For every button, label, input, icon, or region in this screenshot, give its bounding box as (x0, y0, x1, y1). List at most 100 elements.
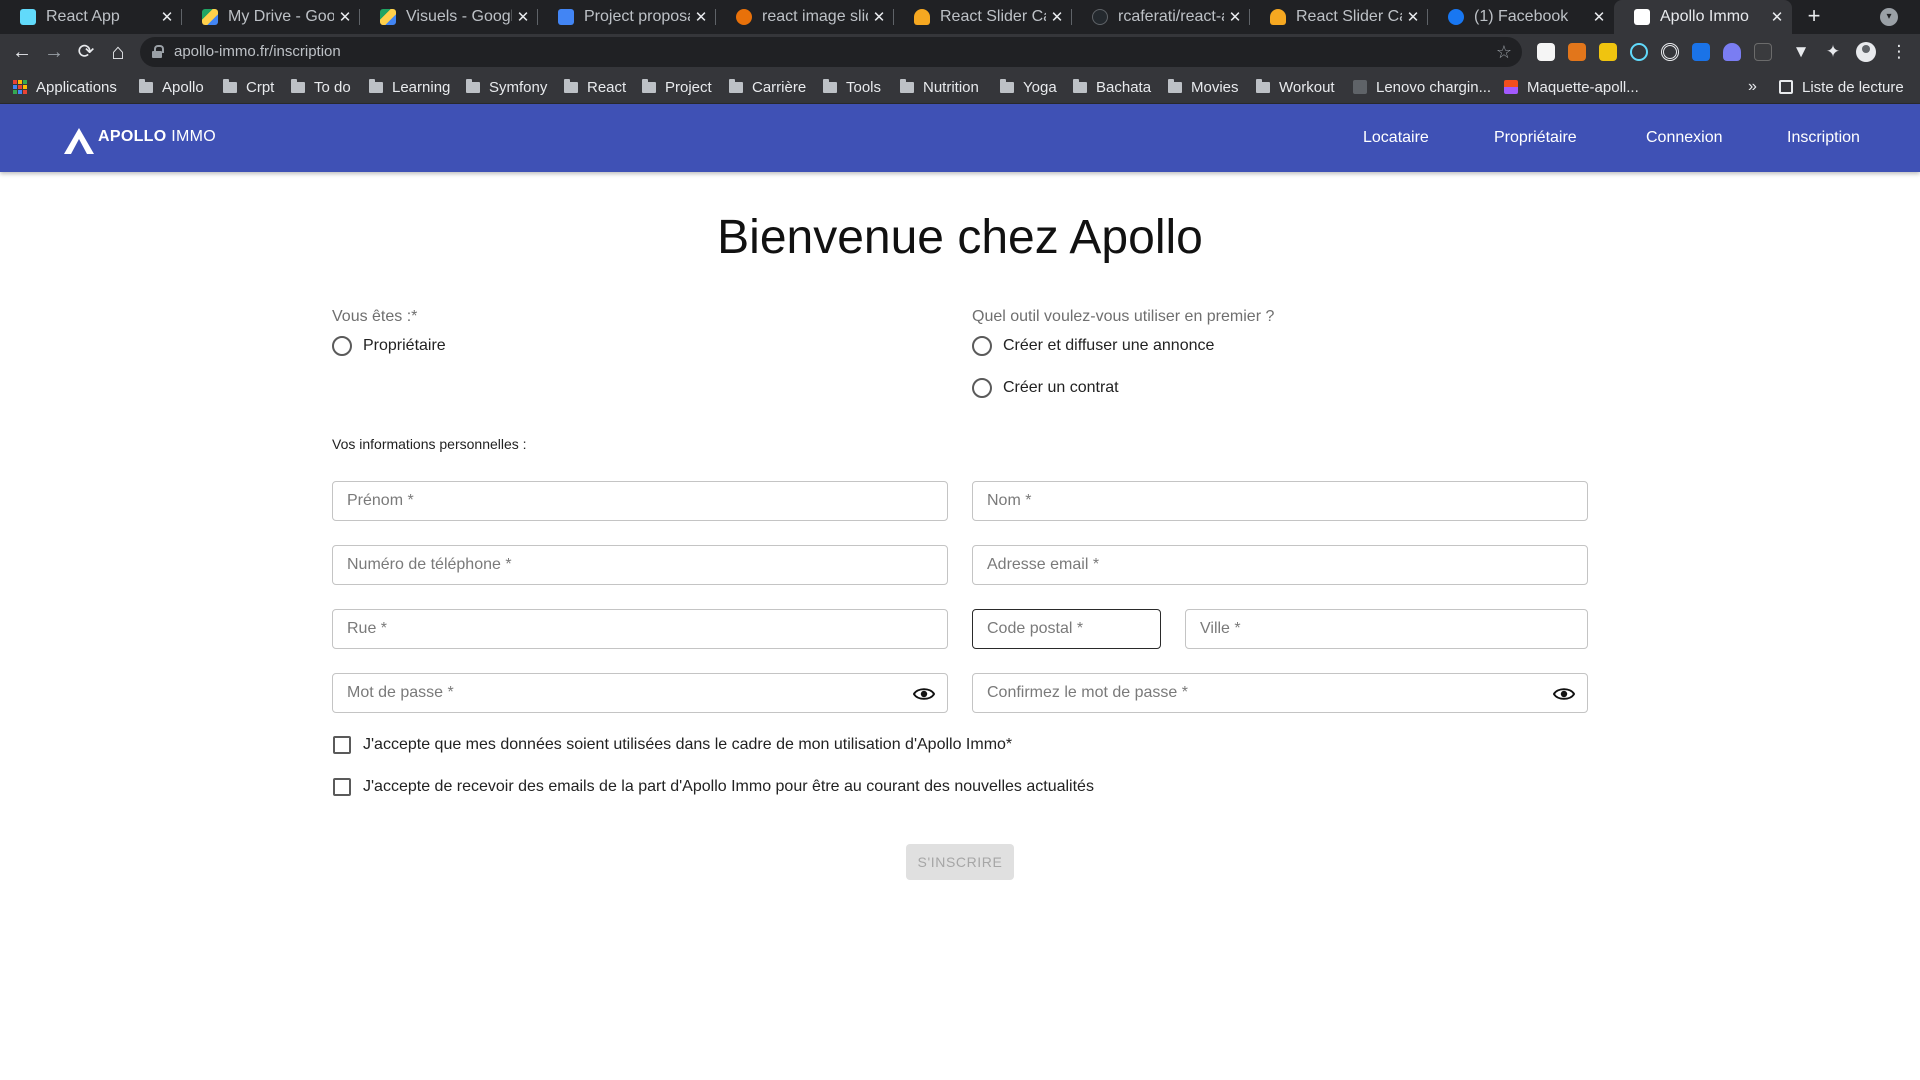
bookmark-folder[interactable]: Crpt (223, 70, 274, 104)
close-tab-icon[interactable]: ✕ (1046, 8, 1068, 26)
bookmark-folder[interactable]: Project (642, 70, 712, 104)
nav-inscription[interactable]: Inscription (1787, 104, 1860, 172)
nav-proprietaire[interactable]: Propriétaire (1494, 104, 1577, 172)
profile-avatar-icon[interactable] (1856, 42, 1876, 62)
extension-icon[interactable] (1537, 43, 1555, 61)
consent-newsletter[interactable]: J'accepte de recevoir des emails de la p… (333, 775, 1094, 799)
close-tab-icon[interactable]: ✕ (868, 8, 890, 26)
radio-proprietaire[interactable]: Propriétaire (332, 334, 446, 358)
reload-button[interactable]: ⟳ (71, 34, 101, 70)
submit-button[interactable]: S'INSCRIRE (906, 844, 1014, 880)
tab-title: (1) Facebook (1474, 8, 1569, 25)
react-devtools-icon[interactable] (1630, 43, 1648, 61)
browser-tab[interactable]: React Slider Card ✕ (894, 0, 1072, 34)
close-tab-icon[interactable]: ✕ (1224, 8, 1246, 26)
new-tab-button[interactable]: + (1800, 0, 1828, 34)
extension-icon[interactable] (1754, 43, 1772, 61)
email-input[interactable] (973, 546, 1587, 584)
vue-devtools-icon[interactable]: ▼ (1790, 34, 1812, 70)
bookmark-applications[interactable]: Applications (13, 70, 117, 104)
close-tab-icon[interactable]: ✕ (512, 8, 534, 26)
street-field[interactable] (332, 609, 948, 649)
shield-icon[interactable] (1723, 43, 1741, 61)
browser-tab[interactable]: React Slider Card ✕ (1250, 0, 1428, 34)
bookmark-lenovo[interactable]: Lenovo chargin... (1353, 70, 1491, 104)
forward-button[interactable]: → (39, 34, 69, 70)
bookmark-figma[interactable]: Maquette-apoll... (1504, 70, 1639, 104)
back-button[interactable]: ← (7, 34, 37, 70)
bookmark-folder[interactable]: Movies (1168, 70, 1239, 104)
close-tab-icon[interactable]: ✕ (1402, 8, 1424, 26)
nav-connexion[interactable]: Connexion (1646, 104, 1723, 172)
radio-create-listing[interactable]: Créer et diffuser une annonce (972, 334, 1214, 358)
extension-icon[interactable] (1661, 43, 1679, 61)
browser-tab[interactable]: React App ✕ (0, 0, 182, 34)
apollo-logo-icon[interactable] (62, 126, 96, 156)
bookmark-folder[interactable]: Apollo (139, 70, 204, 104)
browser-tab[interactable]: Project proposal ✕ (538, 0, 716, 34)
url-text[interactable]: apollo-immo.fr/inscription (174, 37, 341, 67)
bookmark-folder[interactable]: Yoga (1000, 70, 1057, 104)
close-tab-icon[interactable]: ✕ (156, 8, 178, 26)
bookmark-folder[interactable]: Tools (823, 70, 881, 104)
bookmark-folder[interactable]: Symfony (466, 70, 547, 104)
close-tab-icon[interactable]: ✕ (1588, 8, 1610, 26)
address-bar[interactable]: apollo-immo.fr/inscription ☆ (140, 37, 1522, 67)
phone-input[interactable] (333, 546, 947, 584)
browser-tab[interactable]: Visuels - Google Drive ✕ (360, 0, 538, 34)
apollo-favicon-icon (1634, 9, 1650, 25)
extensions-puzzle-icon[interactable]: ✦ (1822, 34, 1844, 70)
close-tab-icon[interactable]: ✕ (690, 8, 712, 26)
bookmark-folder[interactable]: Workout (1256, 70, 1335, 104)
email-field[interactable] (972, 545, 1588, 585)
browser-menu-icon[interactable]: ⋮ (1888, 34, 1910, 70)
browser-tab[interactable]: rcaferati/react-awesome ✕ (1072, 0, 1250, 34)
close-tab-icon[interactable]: ✕ (334, 8, 356, 26)
bookmark-folder[interactable]: Learning (369, 70, 450, 104)
bookmark-folder[interactable]: Bachata (1073, 70, 1151, 104)
browser-tab[interactable]: My Drive - Google Drive ✕ (182, 0, 360, 34)
confirm-password-field[interactable] (972, 673, 1588, 713)
home-button[interactable]: ⌂ (103, 34, 133, 70)
checkbox[interactable] (333, 778, 351, 796)
tab-search-icon[interactable]: ▾ (1880, 8, 1898, 26)
bookmark-label: Maquette-apoll... (1527, 78, 1639, 96)
eye-icon[interactable] (1553, 684, 1575, 704)
phone-field[interactable] (332, 545, 948, 585)
street-input[interactable] (333, 610, 947, 648)
metamask-icon[interactable] (1568, 43, 1586, 61)
postal-code-field[interactable] (972, 609, 1161, 649)
radio-create-contract[interactable]: Créer un contrat (972, 376, 1119, 400)
password-input[interactable] (333, 674, 947, 712)
close-tab-icon[interactable]: ✕ (1766, 8, 1788, 26)
bookmark-folder[interactable]: Carrière (729, 70, 806, 104)
brand-name[interactable]: APOLLO IMMO (98, 128, 216, 146)
radio-button[interactable] (972, 378, 992, 398)
first-name-input[interactable] (333, 482, 947, 520)
browser-tab[interactable]: react image slider ✕ (716, 0, 894, 34)
bookmark-folder[interactable]: Nutrition (900, 70, 979, 104)
postal-code-input[interactable] (973, 610, 1160, 648)
city-input[interactable] (1186, 610, 1587, 648)
first-name-field[interactable] (332, 481, 948, 521)
checkbox[interactable] (333, 736, 351, 754)
bookmark-star-icon[interactable]: ☆ (1496, 37, 1512, 67)
reading-list-button[interactable]: Liste de lecture (1779, 70, 1904, 104)
city-field[interactable] (1185, 609, 1588, 649)
bookmarks-overflow-button[interactable]: » (1748, 70, 1757, 104)
extension-icon[interactable] (1692, 43, 1710, 61)
bookmark-folder[interactable]: To do (291, 70, 351, 104)
nav-locataire[interactable]: Locataire (1363, 104, 1429, 172)
browser-tab-active[interactable]: Apollo Immo ✕ (1614, 0, 1792, 34)
password-field[interactable] (332, 673, 948, 713)
browser-tab[interactable]: (1) Facebook ✕ (1428, 0, 1614, 34)
confirm-password-input[interactable] (973, 674, 1587, 712)
bookmark-folder[interactable]: React (564, 70, 626, 104)
radio-button[interactable] (332, 336, 352, 356)
extension-icon[interactable] (1599, 43, 1617, 61)
radio-button[interactable] (972, 336, 992, 356)
last-name-input[interactable] (973, 482, 1587, 520)
consent-data-usage[interactable]: J'accepte que mes données soient utilisé… (333, 733, 1012, 757)
eye-icon[interactable] (913, 684, 935, 704)
last-name-field[interactable] (972, 481, 1588, 521)
